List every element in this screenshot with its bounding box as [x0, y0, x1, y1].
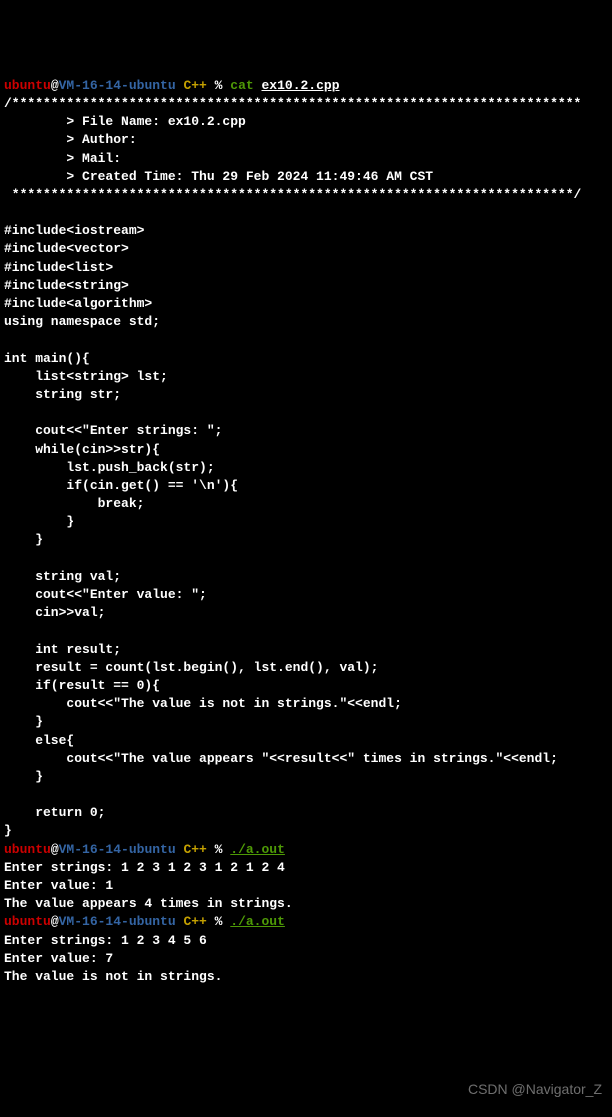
code-line: result = count(lst.begin(), lst.end(), v… — [4, 660, 378, 675]
code-line: /***************************************… — [4, 96, 581, 111]
code-line: cin>>val; — [4, 605, 105, 620]
prompt-path: C++ — [176, 842, 215, 857]
cmd-arg: ex10.2.cpp — [262, 78, 340, 93]
output-line: Enter value: 1 — [4, 878, 113, 893]
code-line: if(cin.get() == '\n'){ — [4, 478, 238, 493]
prompt-at: @ — [51, 914, 59, 929]
code-line: } — [4, 769, 43, 784]
terminal-output[interactable]: ubuntu@VM-16-14-ubuntu C++ % cat ex10.2.… — [4, 77, 608, 986]
code-line: #include<algorithm> — [4, 296, 152, 311]
code-line: break; — [4, 496, 144, 511]
prompt-at: @ — [51, 78, 59, 93]
output-line: The value appears 4 times in strings. — [4, 896, 293, 911]
code-line: cout<<"Enter strings: "; — [4, 423, 222, 438]
code-line: > File Name: ex10.2.cpp — [4, 114, 246, 129]
code-line: cout<<"The value is not in strings."<<en… — [4, 696, 402, 711]
prompt-path: C++ — [176, 914, 215, 929]
output-line: Enter value: 7 — [4, 951, 113, 966]
code-line: return 0; — [4, 805, 105, 820]
code-line: #include<iostream> — [4, 223, 144, 238]
prompt-line-3: ubuntu@VM-16-14-ubuntu C++ % ./a.out — [4, 914, 285, 929]
code-line: int result; — [4, 642, 121, 657]
prompt-host: VM-16-14-ubuntu — [59, 842, 176, 857]
prompt-user: ubuntu — [4, 914, 51, 929]
code-line: lst.push_back(str); — [4, 460, 215, 475]
code-line: else{ — [4, 733, 74, 748]
code-line: > Mail: — [4, 151, 121, 166]
code-line: cout<<"The value appears "<<result<<" ti… — [4, 751, 558, 766]
code-line: while(cin>>str){ — [4, 442, 160, 457]
code-line: } — [4, 714, 43, 729]
code-line: int main(){ — [4, 351, 90, 366]
code-line: } — [4, 514, 74, 529]
code-line: > Created Time: Thu 29 Feb 2024 11:49:46… — [4, 169, 433, 184]
code-line: #include<list> — [4, 260, 113, 275]
watermark-text: CSDN @Navigator_Z — [468, 1080, 602, 1100]
prompt-user: ubuntu — [4, 842, 51, 857]
prompt-host: VM-16-14-ubuntu — [59, 914, 176, 929]
code-line: list<string> lst; — [4, 369, 168, 384]
prompt-at: @ — [51, 842, 59, 857]
code-line: } — [4, 823, 12, 838]
output-line: Enter strings: 1 2 3 4 5 6 — [4, 933, 207, 948]
code-line: > Author: — [4, 132, 137, 147]
prompt-pct: % — [215, 842, 231, 857]
prompt-host: VM-16-14-ubuntu — [59, 78, 176, 93]
code-line: } — [4, 532, 43, 547]
prompt-user: ubuntu — [4, 78, 51, 93]
output-line: The value is not in strings. — [4, 969, 222, 984]
code-line: ****************************************… — [4, 187, 581, 202]
code-line: string str; — [4, 387, 121, 402]
code-line: if(result == 0){ — [4, 678, 160, 693]
output-line: Enter strings: 1 2 3 1 2 3 1 2 1 2 4 — [4, 860, 285, 875]
cmd-run: ./a.out — [230, 914, 285, 929]
prompt-pct: % — [215, 914, 231, 929]
prompt-path: C++ — [176, 78, 215, 93]
prompt-line-2: ubuntu@VM-16-14-ubuntu C++ % ./a.out — [4, 842, 285, 857]
cmd-run: ./a.out — [230, 842, 285, 857]
code-line: using namespace std; — [4, 314, 160, 329]
code-line: string val; — [4, 569, 121, 584]
cmd-cat: cat — [230, 78, 261, 93]
code-line: #include<vector> — [4, 241, 129, 256]
code-line: #include<string> — [4, 278, 129, 293]
prompt-line-1: ubuntu@VM-16-14-ubuntu C++ % cat ex10.2.… — [4, 78, 340, 93]
code-line: cout<<"Enter value: "; — [4, 587, 207, 602]
prompt-pct: % — [215, 78, 231, 93]
